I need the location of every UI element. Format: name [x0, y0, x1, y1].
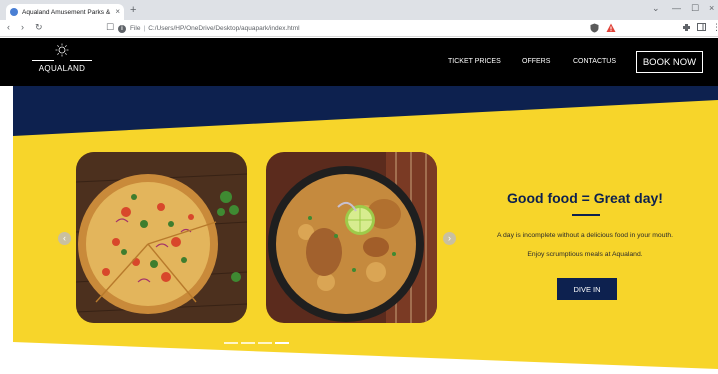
carousel-indicator-4[interactable] [275, 342, 289, 344]
logo-line-left [32, 60, 54, 61]
maximize-button[interactable]: ☐ [691, 4, 699, 13]
carousel-indicator-1[interactable] [224, 342, 238, 344]
url-text[interactable]: C:/Users/HP/OneDrive/Desktop/aquapark/in… [148, 25, 299, 32]
nav-offers[interactable]: OFFERS [522, 58, 550, 65]
url-scheme: File [130, 25, 141, 32]
tab-search-icon[interactable]: ⌄ [652, 4, 660, 13]
tab-title: Aqualand Amusement Parks & Re [22, 8, 113, 16]
menu-icon[interactable]: ⋮ [712, 23, 718, 32]
info-icon[interactable]: i [118, 24, 126, 33]
warning-icon[interactable] [606, 23, 616, 35]
hero-description-1: A day is incomplete without a delicious … [496, 232, 674, 239]
carousel-indicators [224, 342, 289, 344]
dive-in-button[interactable]: DIVE IN [557, 278, 617, 300]
carousel-indicator-3[interactable] [258, 342, 272, 344]
carousel-indicator-2[interactable] [241, 342, 255, 344]
aqualand-logo[interactable]: AQUALAND [32, 43, 92, 79]
address-bar: ‹ › ↻ ☐ i File | C:/Users/HP/OneDrive/De… [0, 20, 718, 37]
reload-button[interactable]: ↻ [35, 23, 43, 32]
nav-contact-us[interactable]: CONTACTUS [573, 58, 616, 65]
sun-logo-icon [55, 43, 69, 57]
logo-text: AQUALAND [38, 64, 86, 73]
back-button[interactable]: ‹ [7, 23, 10, 32]
biryani-image [266, 152, 437, 323]
nav-ticket-prices[interactable]: TICKET PRICES [448, 58, 501, 65]
favicon-icon [10, 8, 18, 16]
hero-title: Good food = Great day! [507, 190, 663, 206]
new-tab-button[interactable]: + [130, 5, 136, 16]
logo-line-right [70, 60, 92, 61]
hero-description-2: Enjoy scrumptious meals at Aqualand. [527, 251, 643, 258]
book-now-button[interactable]: BOOK NOW [636, 51, 703, 73]
forward-button[interactable]: › [21, 23, 24, 32]
url-field[interactable]: i File | C:/Users/HP/OneDrive/Desktop/aq… [118, 22, 618, 35]
pizza-image [76, 152, 247, 323]
tab-close-icon[interactable]: × [115, 8, 120, 16]
browser-tab-strip: Aqualand Amusement Parks & Re × + ⌄ — ☐ … [0, 0, 718, 20]
extensions-icon[interactable] [682, 23, 691, 34]
side-panel-icon[interactable] [697, 23, 706, 33]
shield-icon[interactable] [590, 23, 599, 35]
url-separator: | [143, 25, 146, 32]
bookmark-icon[interactable]: ☐ [106, 23, 114, 32]
hero-divider [572, 214, 600, 216]
browser-tab[interactable]: Aqualand Amusement Parks & Re × [6, 4, 124, 20]
minimize-button[interactable]: — [672, 4, 681, 13]
site-header: AQUALAND TICKET PRICES OFFERS CONTACTUS … [0, 38, 718, 86]
carousel-prev-arrow[interactable]: ‹ [58, 232, 71, 245]
close-window-button[interactable]: × [709, 4, 714, 13]
